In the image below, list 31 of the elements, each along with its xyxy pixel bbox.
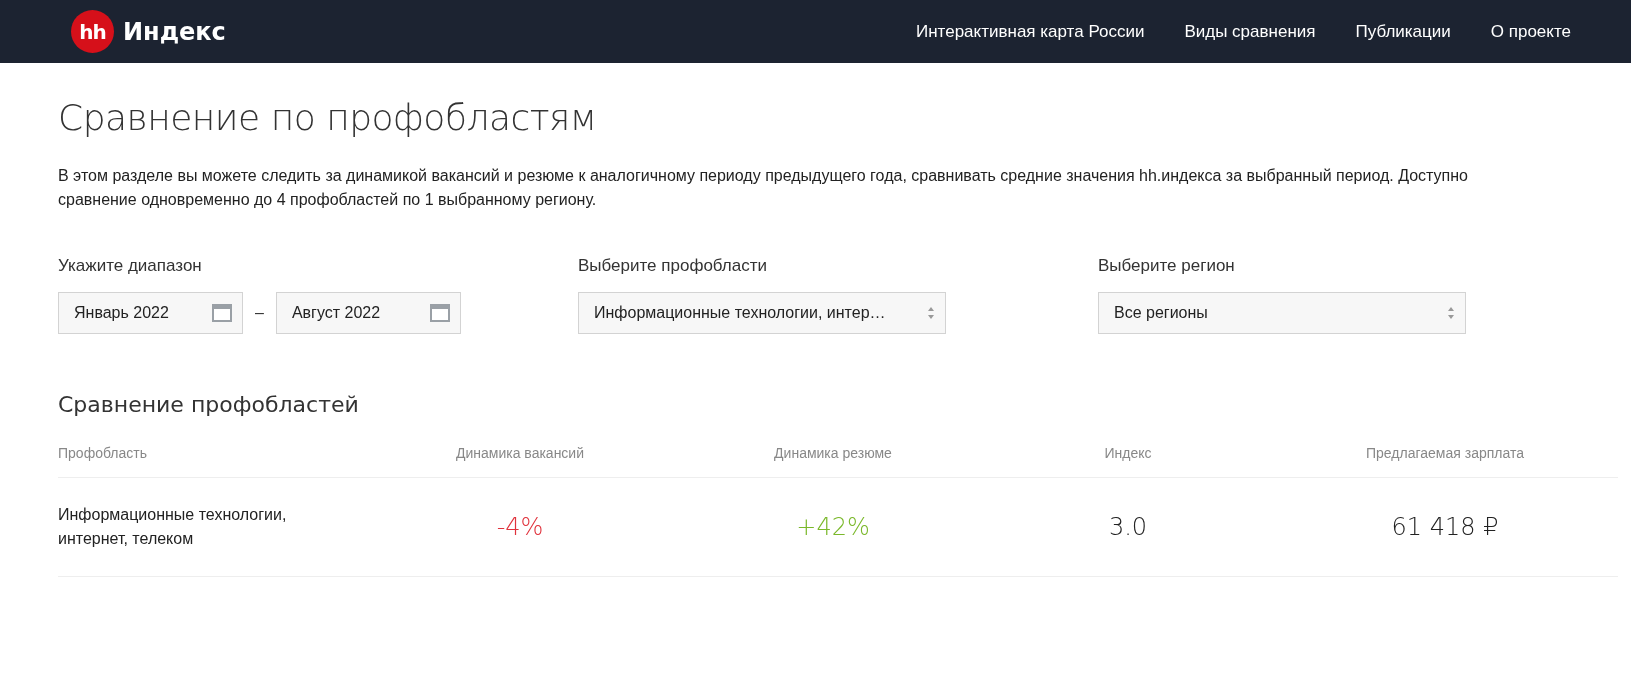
- nav-link[interactable]: Интерактивная карта России: [916, 21, 1145, 42]
- nav-link[interactable]: Публикации: [1355, 21, 1451, 42]
- resumes-change: +42%: [795, 513, 871, 541]
- logo-icon[interactable]: hh: [71, 10, 114, 53]
- nav-link[interactable]: О проекте: [1490, 21, 1571, 42]
- sort-arrows-icon: [1447, 306, 1455, 320]
- calendar-icon: [212, 304, 232, 322]
- page-title: Сравнение по профобластям: [58, 97, 598, 138]
- nav-link[interactable]: Виды сравнения: [1184, 21, 1316, 42]
- profarea-select[interactable]: Информационные технологии, интер…: [578, 292, 946, 334]
- column-header: Динамика вакансий: [455, 445, 585, 461]
- profarea-label: Выберите профобласти: [578, 256, 768, 276]
- range-label: Укажите диапазон: [58, 256, 203, 276]
- calendar-icon: [429, 304, 450, 322]
- salary-value: 61 418 ₽: [1390, 513, 1500, 541]
- column-header: Динамика резюме: [773, 445, 893, 461]
- date-field[interactable]: Август 2022: [275, 292, 461, 334]
- column-header: Предлагаемая зарплата: [1365, 445, 1525, 461]
- range-separator: –: [255, 304, 264, 322]
- column-header: Профобласть: [58, 445, 148, 461]
- vacancies-change: -4%: [495, 513, 545, 541]
- profarea-cell-text: Информационные технологии, интернет, телеком: [58, 505, 288, 549]
- logo-text[interactable]: Индекс: [123, 17, 226, 46]
- index-value: 3.0: [1107, 513, 1149, 541]
- description: В этом разделе вы можете следить за динамикой вакансий и резюме к аналогичному периоду предыдущего года, сравнивать средние значения hh.индекса за выбранный период. Доступно сравнение одновременно до 4 профобластей по 1 выбранному региону.: [58, 166, 1469, 210]
- column-header: Индекс: [1103, 445, 1153, 461]
- date-field[interactable]: Январь 2022: [58, 292, 243, 334]
- sort-arrows-icon: [927, 306, 935, 320]
- region-select[interactable]: Все регионы: [1098, 292, 1466, 334]
- region-label: Выберите регион: [1098, 256, 1236, 276]
- section-title: Сравнение профобластей: [58, 392, 360, 417]
